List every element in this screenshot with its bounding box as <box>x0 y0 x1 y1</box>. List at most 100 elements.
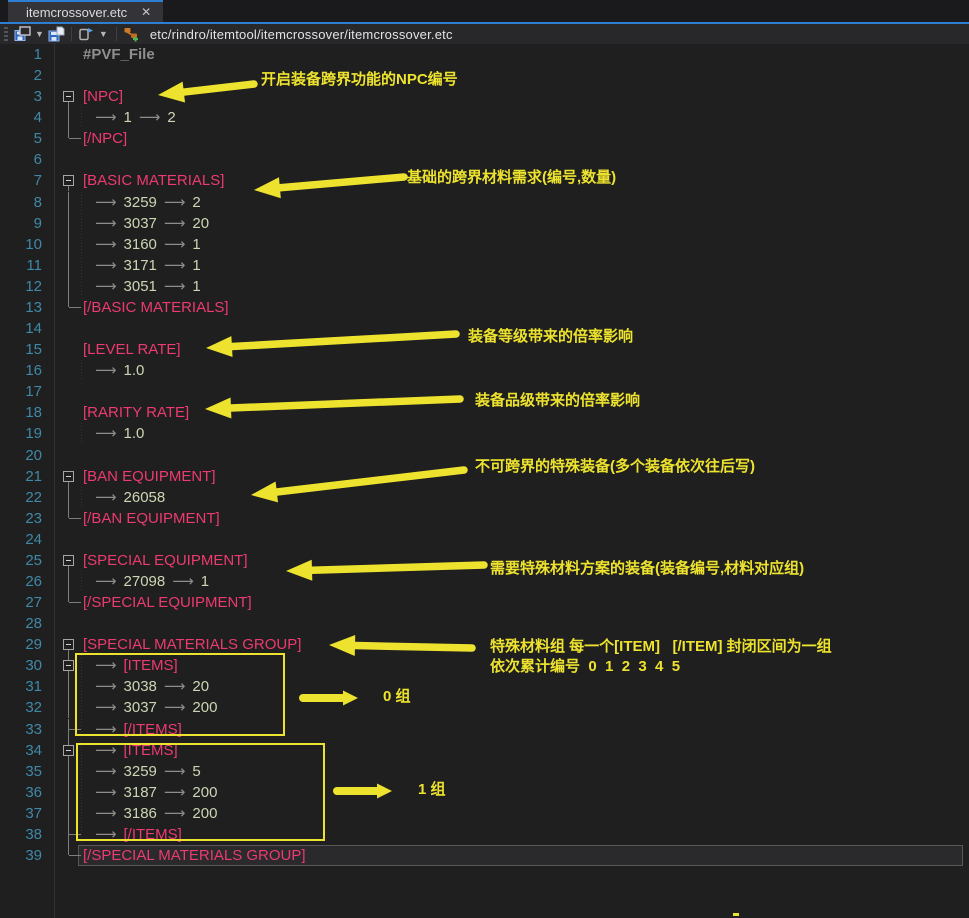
line-number: 3 <box>0 86 42 107</box>
line-number: 13 <box>0 297 42 318</box>
value-token: 1 <box>192 257 200 274</box>
value-token: 1.0 <box>124 425 145 442</box>
line-number: 14 <box>0 318 42 339</box>
code-line[interactable]: 10⟶3160⟶1 <box>0 234 969 255</box>
line-number: 17 <box>0 381 42 402</box>
line-number: 30 <box>0 655 42 676</box>
fold-toggle-icon[interactable] <box>61 550 77 571</box>
code-line[interactable]: 19⟶1.0 <box>0 423 969 444</box>
indent-guide <box>81 213 82 234</box>
line-number: 26 <box>0 571 42 592</box>
tab-itemcrossover[interactable]: itemcrossover.etc ✕ <box>8 0 163 22</box>
code-line[interactable]: 25[SPECIAL EQUIPMENT] <box>0 550 969 571</box>
line-number: 4 <box>0 107 42 128</box>
code-text: ⟶3051⟶1 <box>95 276 208 297</box>
arrow-glyph: ⟶ <box>95 109 117 126</box>
line-number: 12 <box>0 276 42 297</box>
value-token: 1 <box>192 278 200 295</box>
tree-add-icon[interactable] <box>122 25 141 43</box>
code-line[interactable]: 5[/NPC] <box>0 128 969 149</box>
code-line[interactable]: 24 <box>0 529 969 550</box>
line-number: 1 <box>0 44 42 65</box>
value-token: 2 <box>167 109 175 126</box>
fold-guide <box>61 297 77 318</box>
code-line[interactable]: 4⟶1⟶2 <box>0 107 969 128</box>
code-line[interactable]: 28 <box>0 613 969 634</box>
code-text: [LEVEL RATE] <box>83 339 188 360</box>
fold-guide <box>61 824 77 845</box>
fold-toggle-icon[interactable] <box>61 634 77 655</box>
arrow-glyph: ⟶ <box>95 215 117 232</box>
code-line[interactable]: 1 #PVF_File <box>0 44 969 65</box>
close-icon[interactable]: ✕ <box>141 6 151 18</box>
save-dropdown-caret[interactable]: ▼ <box>35 29 44 39</box>
fold-guide <box>61 192 77 213</box>
line-number: 33 <box>0 719 42 740</box>
code-text: ⟶3037⟶20 <box>95 213 216 234</box>
code-line[interactable]: 27[/SPECIAL EQUIPMENT] <box>0 592 969 613</box>
code-line[interactable]: 2 <box>0 65 969 86</box>
indent-guide <box>81 192 82 213</box>
fold-toggle-icon[interactable] <box>61 740 77 761</box>
code-line[interactable]: 16⟶1.0 <box>0 360 969 381</box>
line-number: 35 <box>0 761 42 782</box>
code-line[interactable]: 6 <box>0 149 969 170</box>
arrow-glyph: ⟶ <box>164 236 186 253</box>
line-number: 16 <box>0 360 42 381</box>
tab-title: itemcrossover.etc <box>26 5 127 20</box>
code-line[interactable]: 11⟶3171⟶1 <box>0 255 969 276</box>
save-icon[interactable] <box>13 25 32 43</box>
code-line[interactable]: 22⟶26058 <box>0 487 969 508</box>
value-token: 1 <box>201 573 209 590</box>
code-text: [/BAN EQUIPMENT] <box>83 508 227 529</box>
code-line[interactable]: 39[/SPECIAL MATERIALS GROUP] <box>0 845 969 866</box>
code-line[interactable]: 9⟶3037⟶20 <box>0 213 969 234</box>
code-line[interactable]: 3[NPC] <box>0 86 969 107</box>
arrow-glyph: ⟶ <box>95 362 117 379</box>
line-number: 2 <box>0 65 42 86</box>
toolbar-grip[interactable] <box>4 27 8 42</box>
code-line[interactable]: 13 [/BASIC MATERIALS] <box>0 297 969 318</box>
fold-toggle-icon[interactable] <box>61 170 77 191</box>
code-text: ⟶1.0 <box>95 423 151 444</box>
code-text: ⟶1⟶2 <box>95 107 183 128</box>
code-line[interactable]: 12⟶3051⟶1 <box>0 276 969 297</box>
line-number: 10 <box>0 234 42 255</box>
arrow-glyph: ⟶ <box>164 278 186 295</box>
code-line[interactable]: 8⟶3259⟶2 <box>0 192 969 213</box>
line-number: 37 <box>0 803 42 824</box>
fold-guide <box>61 761 77 782</box>
fold-guide <box>61 571 77 592</box>
arrow-glyph: ⟶ <box>172 573 194 590</box>
arrow-glyph: ⟶ <box>164 215 186 232</box>
code-text: #PVF_File <box>83 44 162 65</box>
validate-dropdown-caret[interactable]: ▼ <box>99 29 108 39</box>
annotation-label: 不可跨界的特殊装备(多个装备依次往后写) <box>475 457 755 477</box>
annotation-label: 1 组 <box>418 780 446 800</box>
line-number: 18 <box>0 402 42 423</box>
code-line[interactable]: 26⟶27098⟶1 <box>0 571 969 592</box>
save-as-icon[interactable] <box>47 25 66 43</box>
indent-guide <box>81 107 82 128</box>
fold-guide <box>61 128 77 149</box>
fold-guide <box>61 592 77 613</box>
value-token: 20 <box>192 215 209 232</box>
value-token: 3259 <box>124 194 157 211</box>
toolbar-separator <box>71 27 72 41</box>
code-text: [/BASIC MATERIALS] <box>83 297 236 318</box>
arrow-glyph: ⟶ <box>95 194 117 211</box>
toolbar: ▼ ▼ etc/rindro/itemt <box>0 24 969 44</box>
toolbar-separator <box>116 27 117 41</box>
code-text: [SPECIAL MATERIALS GROUP] <box>83 634 308 655</box>
arrow-glyph: ⟶ <box>95 573 117 590</box>
line-number: 27 <box>0 592 42 613</box>
line-number: 22 <box>0 487 42 508</box>
value-token: 1 <box>192 236 200 253</box>
value-token: 3051 <box>124 278 157 295</box>
fold-toggle-icon[interactable] <box>61 466 77 487</box>
line-number: 28 <box>0 613 42 634</box>
validate-icon[interactable] <box>77 25 96 43</box>
code-line[interactable]: 23[/BAN EQUIPMENT] <box>0 508 969 529</box>
fold-toggle-icon[interactable] <box>61 86 77 107</box>
fold-guide <box>61 234 77 255</box>
